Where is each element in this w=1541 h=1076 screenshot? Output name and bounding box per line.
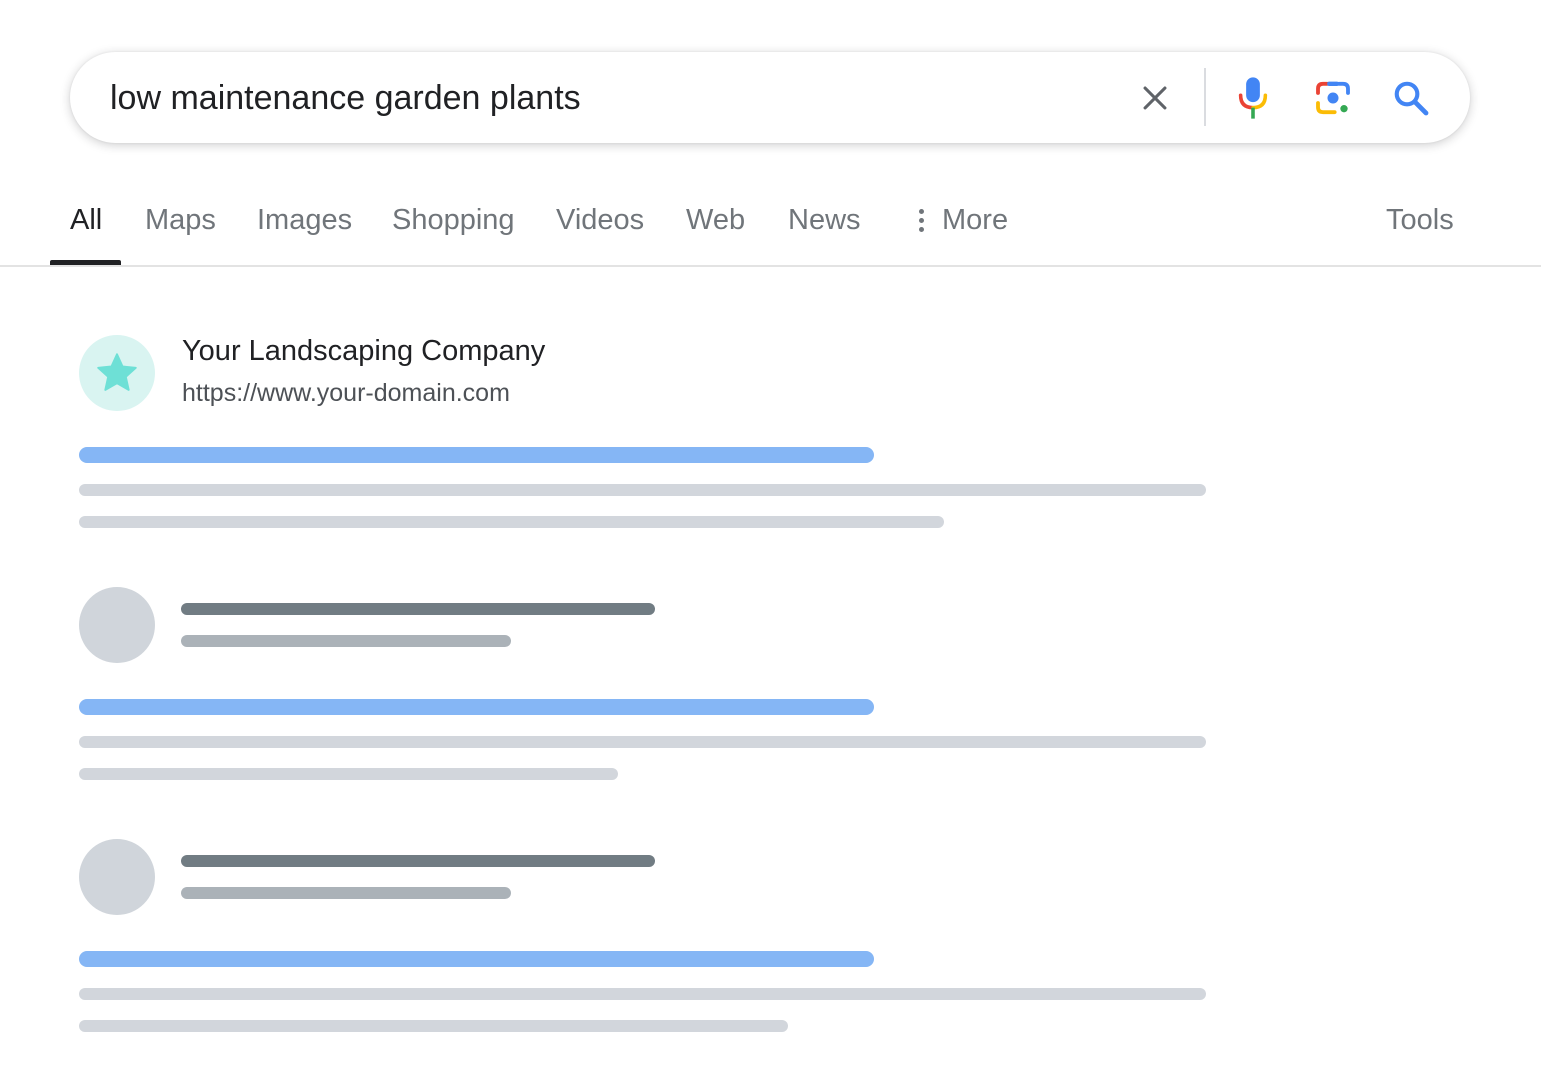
search-icon xyxy=(1394,81,1429,116)
search-box xyxy=(70,52,1470,143)
tab-maps[interactable]: Maps xyxy=(145,204,216,237)
result-snippet-placeholder xyxy=(79,516,944,528)
favicon-placeholder xyxy=(79,587,155,663)
favicon-placeholder xyxy=(79,839,155,915)
result-site-name[interactable]: Your Landscaping Company xyxy=(182,335,545,368)
result-url: https://www.your-domain.com xyxy=(182,379,510,407)
tab-more-label: More xyxy=(942,204,1009,236)
tab-news[interactable]: News xyxy=(788,204,861,237)
vertical-dots-icon xyxy=(910,209,932,232)
search-result-placeholder xyxy=(0,587,1541,787)
close-icon xyxy=(1143,86,1167,110)
site-name-placeholder xyxy=(181,603,655,615)
search-submit-button[interactable] xyxy=(1387,74,1435,122)
active-tab-indicator xyxy=(50,260,121,265)
star-icon xyxy=(97,353,137,391)
tab-web[interactable]: Web xyxy=(686,204,745,237)
voice-search-button[interactable] xyxy=(1229,74,1277,122)
search-input[interactable] xyxy=(110,74,1110,122)
microphone-icon xyxy=(1238,77,1268,119)
search-result: Your Landscaping Company https://www.you… xyxy=(0,335,1541,535)
lens-search-button[interactable] xyxy=(1309,74,1357,122)
result-title-placeholder[interactable] xyxy=(79,447,874,463)
site-name-placeholder xyxy=(181,855,655,867)
search-tabs: All Maps Images Shopping Videos Web News… xyxy=(0,190,1541,267)
result-title-placeholder[interactable] xyxy=(79,951,874,967)
result-snippet-placeholder xyxy=(79,988,1206,1000)
camera-lens-icon xyxy=(1316,81,1350,115)
tab-all[interactable]: All xyxy=(70,204,102,237)
url-placeholder xyxy=(181,635,511,647)
url-placeholder xyxy=(181,887,511,899)
clear-search-button[interactable] xyxy=(1131,74,1179,122)
site-favicon xyxy=(79,335,155,411)
tab-images[interactable]: Images xyxy=(257,204,352,237)
tab-shopping[interactable]: Shopping xyxy=(392,204,515,237)
search-result-placeholder xyxy=(0,839,1541,1039)
result-snippet-placeholder xyxy=(79,484,1206,496)
search-box-divider xyxy=(1204,68,1206,126)
result-title-placeholder[interactable] xyxy=(79,699,874,715)
tab-more[interactable]: More xyxy=(910,204,1008,237)
result-snippet-placeholder xyxy=(79,736,1206,748)
result-snippet-placeholder xyxy=(79,768,618,780)
result-snippet-placeholder xyxy=(79,1020,788,1032)
tab-tools[interactable]: Tools xyxy=(1386,204,1454,237)
tab-videos[interactable]: Videos xyxy=(556,204,644,237)
